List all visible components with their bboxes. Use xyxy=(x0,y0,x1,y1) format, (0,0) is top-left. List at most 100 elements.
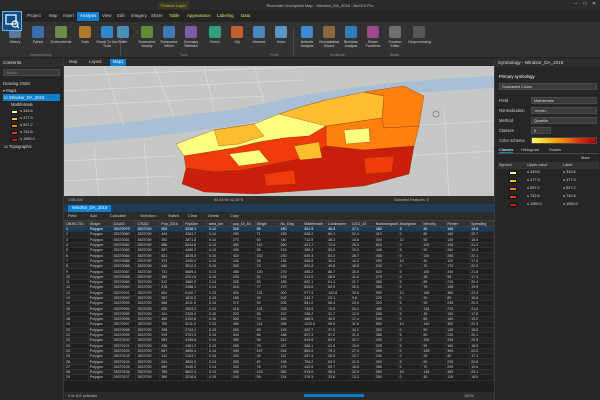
field-dropdown[interactable]: Mathfemale xyxy=(531,97,597,104)
tab-edit[interactable]: Edit xyxy=(114,12,128,21)
color-ramp-dropdown[interactable] xyxy=(531,137,597,144)
tab-view[interactable]: View xyxy=(99,12,114,21)
contents-search-input[interactable]: Search xyxy=(3,69,60,76)
table-cell[interactable]: 33.6 xyxy=(326,374,351,381)
class-row[interactable]: ≤ 349.6 ≤ 349.6 xyxy=(497,169,599,177)
class-row[interactable]: ≤ 597.2 ≤ 597.2 xyxy=(497,185,599,193)
table-cell[interactable]: 0 xyxy=(397,374,423,381)
view-tab-map1[interactable]: Map1 xyxy=(110,59,127,66)
table-cell[interactable]: 115 xyxy=(445,374,471,381)
switch-button[interactable]: Switch xyxy=(168,214,179,218)
ribbon-button-tools[interactable]: Tools xyxy=(74,26,96,52)
table-cell[interactable]: 280 xyxy=(373,374,399,381)
table-cell[interactable]: 45 xyxy=(421,374,447,381)
class-row[interactable]: ≤ 477.3 ≤ 477.3 xyxy=(497,177,599,185)
tab-table[interactable]: Table xyxy=(166,12,183,21)
class-upper[interactable]: ≤ 597.2 xyxy=(527,186,540,190)
copy-button[interactable]: Copy xyxy=(230,214,239,218)
class-label[interactable]: ≤ 1950.0 xyxy=(563,202,578,206)
class-row[interactable]: ≤ 1950.0 ≤ 1950.0 xyxy=(497,201,599,209)
tab-labeling[interactable]: Labeling xyxy=(214,12,237,21)
tab-classes[interactable]: Classes xyxy=(499,147,514,153)
ribbon-button-enrich[interactable]: Enrich xyxy=(204,26,226,52)
horizontal-scrollbar[interactable] xyxy=(304,394,364,397)
class-upper[interactable]: ≤ 742.6 xyxy=(527,194,540,198)
class-swatch[interactable] xyxy=(509,195,517,199)
table-cell[interactable]: 376.3 xyxy=(302,374,328,381)
table-cell[interactable]: 29 xyxy=(64,374,89,381)
close-button[interactable]: ✕ xyxy=(590,1,598,8)
table-cell[interactable]: 13.3 xyxy=(349,374,375,381)
tab-data[interactable]: Data xyxy=(238,12,253,21)
more-menu[interactable]: More xyxy=(581,156,590,160)
ribbon-button-buffer[interactable]: Buffer xyxy=(112,26,134,52)
table-cell[interactable]: 59 xyxy=(254,374,280,381)
clear-button[interactable]: Clear xyxy=(188,214,197,218)
classes-input[interactable]: 5 xyxy=(531,127,551,134)
tree-item-layer[interactable]: ☑ Windsor_DA_2016 xyxy=(3,94,60,101)
ribbon-button-summarize-nearby[interactable]: Summarize Nearby xyxy=(136,26,158,52)
tab-imagery[interactable]: Imagery xyxy=(128,12,150,21)
ribbon-button-summarize-within[interactable]: Summarize Within xyxy=(158,26,180,52)
maximize-button[interactable]: □ xyxy=(581,1,589,8)
table-cell[interactable]: Polygon xyxy=(87,374,113,381)
class-upper[interactable]: ≤ 477.3 xyxy=(527,178,540,182)
tab-scales[interactable]: Scales xyxy=(549,147,561,152)
tree-item-basemap[interactable]: ☑ Topographic xyxy=(3,143,60,150)
tab-analysis[interactable]: Analysis xyxy=(77,12,100,21)
app-button[interactable] xyxy=(2,11,22,31)
minimize-button[interactable]: – xyxy=(572,1,580,8)
add-field-button[interactable]: Add xyxy=(90,214,97,218)
ribbon-button-geostatistical[interactable]: Geostatistical Wizard xyxy=(318,26,340,52)
class-swatch[interactable] xyxy=(509,203,517,207)
class-upper[interactable]: ≤ 1950.0 xyxy=(527,202,542,206)
class-swatch[interactable] xyxy=(509,179,517,183)
ribbon-button-clip[interactable]: Clip xyxy=(226,26,248,52)
tab-map[interactable]: Map xyxy=(46,12,61,21)
table-cell[interactable]: 3537039 xyxy=(135,374,161,381)
table-row[interactable]: 29 Polygon 35370107 3537039 369 2518.8 0.15 240… xyxy=(64,374,494,381)
table-cell[interactable]: 240 xyxy=(230,374,256,381)
class-label[interactable]: ≤ 597.2 xyxy=(563,186,576,190)
table-cell[interactable]: 18.0 xyxy=(469,374,494,381)
delete-button[interactable]: Delete xyxy=(208,214,219,218)
ribbon-button-geoprocessing[interactable]: Geoprocessing xyxy=(408,26,431,52)
class-label[interactable]: ≤ 349.6 xyxy=(563,170,576,174)
view-tab-layout[interactable]: Layout xyxy=(86,59,105,66)
ribbon-button-python[interactable]: Python xyxy=(27,26,49,52)
normalization-dropdown[interactable]: <none> xyxy=(531,107,597,114)
map-view[interactable] xyxy=(64,66,494,196)
view-tab-map[interactable]: Map xyxy=(66,59,80,66)
class-label[interactable]: ≤ 477.3 xyxy=(563,178,576,182)
table-cell[interactable]: 0.15 xyxy=(206,374,232,381)
ribbon-button-raster-functions[interactable]: Raster Functions xyxy=(362,26,384,52)
ribbon-button-business-analysis[interactable]: Business Analysis xyxy=(340,26,362,52)
class-swatch[interactable] xyxy=(509,187,517,191)
class-label[interactable]: ≤ 742.6 xyxy=(563,194,576,198)
table-tab[interactable]: Windsor_DA_2016 xyxy=(68,205,112,212)
table-cell[interactable]: 369 xyxy=(159,374,185,381)
ribbon-button-network-analysis[interactable]: Network Analysis xyxy=(296,26,318,52)
tab-insert[interactable]: Insert xyxy=(60,12,77,21)
ribbon-button-summary-statistics[interactable]: Summary Statistics xyxy=(180,26,202,52)
table-cell[interactable]: 2518.8 xyxy=(183,374,208,381)
tab-share[interactable]: Share xyxy=(148,12,166,21)
renderer-dropdown[interactable]: Graduated Colors xyxy=(499,83,597,90)
ribbon-button-union[interactable]: Union xyxy=(270,26,292,52)
class-swatch[interactable] xyxy=(509,171,517,175)
table-zoom[interactable]: 100% xyxy=(464,394,474,398)
tab-project[interactable]: Project xyxy=(24,12,44,21)
ribbon-button-function-editor[interactable]: Function Editor xyxy=(384,26,406,52)
class-upper[interactable]: ≤ 349.6 xyxy=(527,170,540,174)
tree-item-map[interactable]: ▾ Map1 xyxy=(3,87,60,94)
table-cell[interactable]: 35370107 xyxy=(111,374,137,381)
map-scale[interactable]: 1:55,000 xyxy=(68,198,83,202)
ribbon-button-intersect[interactable]: Intersect xyxy=(248,26,270,52)
ribbon-button-environments[interactable]: Environments xyxy=(50,26,72,52)
tab-appearance[interactable]: Appearance xyxy=(184,12,214,21)
table-cell[interactable]: 134 xyxy=(278,374,304,381)
calculate-button[interactable]: Calculate xyxy=(110,214,126,218)
class-row[interactable]: ≤ 742.6 ≤ 742.6 xyxy=(497,193,599,201)
method-dropdown[interactable]: Quantile xyxy=(531,117,597,124)
tab-histogram[interactable]: Histogram xyxy=(521,147,539,152)
